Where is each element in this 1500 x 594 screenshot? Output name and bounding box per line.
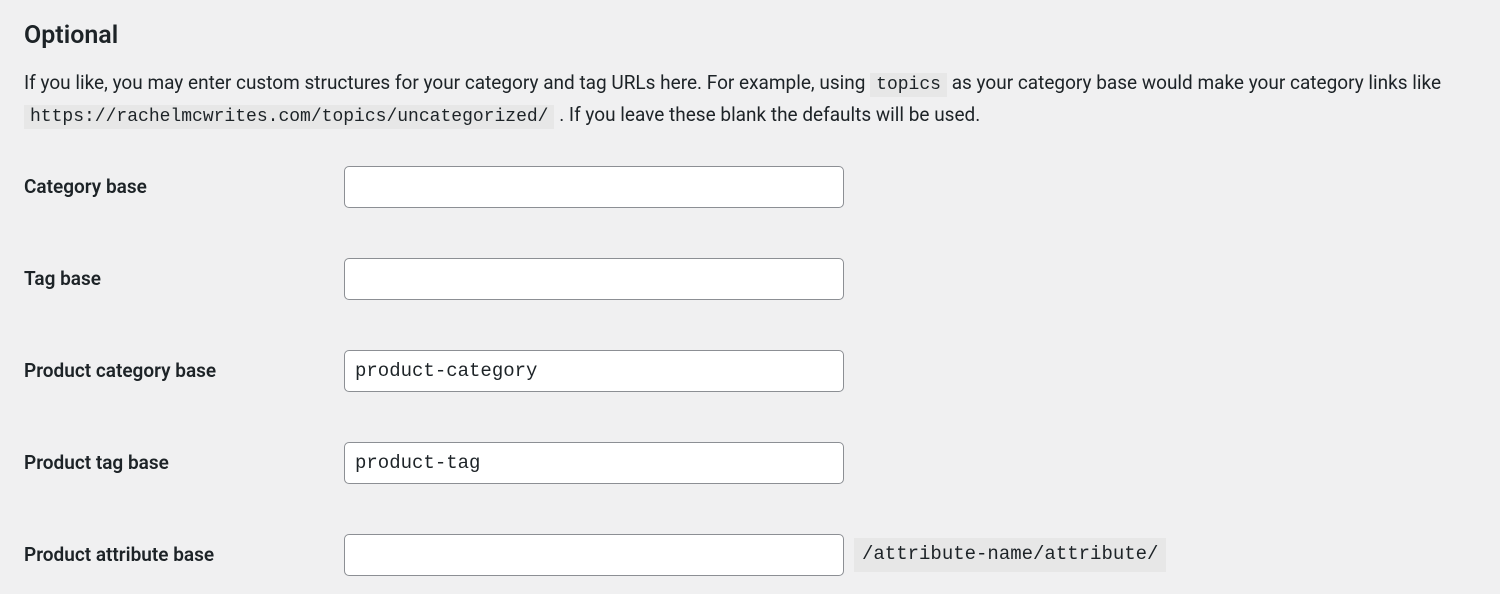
label-category-base: Category base — [24, 173, 344, 201]
row-product-category-base: Product category base — [24, 350, 1476, 392]
input-tag-base[interactable] — [344, 258, 844, 300]
section-heading: Optional — [24, 18, 1476, 54]
section-description: If you like, you may enter custom struct… — [24, 68, 1476, 132]
field-product-attribute-base: /attribute-name/attribute/ — [344, 534, 1166, 576]
desc-text-2: as your category base would make your ca… — [952, 71, 1441, 94]
row-product-tag-base: Product tag base — [24, 442, 1476, 484]
input-category-base[interactable] — [344, 166, 844, 208]
row-category-base: Category base — [24, 166, 1476, 208]
row-product-attribute-base: Product attribute base /attribute-name/a… — [24, 534, 1476, 576]
row-tag-base: Tag base — [24, 258, 1476, 300]
field-category-base — [344, 166, 844, 208]
suffix-product-attribute-base: /attribute-name/attribute/ — [854, 538, 1166, 572]
desc-text-3: . If you leave these blank the defaults … — [559, 103, 980, 126]
desc-text-1: If you like, you may enter custom struct… — [24, 71, 870, 94]
input-product-attribute-base[interactable] — [344, 534, 844, 576]
field-product-category-base — [344, 350, 844, 392]
label-product-tag-base: Product tag base — [24, 449, 344, 477]
field-tag-base — [344, 258, 844, 300]
desc-code-topics: topics — [870, 73, 947, 97]
label-product-category-base: Product category base — [24, 357, 344, 385]
input-product-category-base[interactable] — [344, 350, 844, 392]
label-tag-base: Tag base — [24, 265, 344, 293]
field-product-tag-base — [344, 442, 844, 484]
label-product-attribute-base: Product attribute base — [24, 541, 344, 569]
desc-code-url: https://rachelmcwrites.com/topics/uncate… — [24, 105, 554, 129]
input-product-tag-base[interactable] — [344, 442, 844, 484]
optional-form-table: Category base Tag base Product category … — [24, 166, 1476, 576]
